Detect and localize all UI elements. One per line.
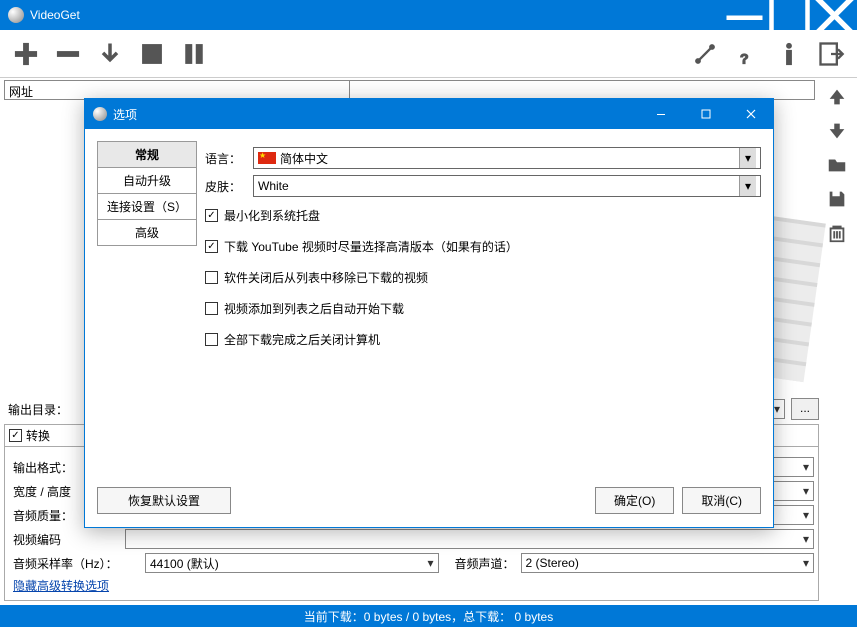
status-text: 当前下载：0 bytes / 0 bytes，总下载： 0 bytes <box>304 608 553 625</box>
tab-advanced[interactable]: 高级 <box>97 219 197 246</box>
remove-checkbox[interactable] <box>205 271 218 284</box>
flag-cn-icon <box>258 152 276 164</box>
tab-autoupdate[interactable]: 自动升级 <box>97 167 197 193</box>
settings-button[interactable] <box>689 38 721 70</box>
minimize-button[interactable] <box>722 0 767 30</box>
sample-rate-select[interactable]: 44100 (默认) <box>145 553 439 573</box>
dialog-close-button[interactable] <box>728 100 773 128</box>
stop-button[interactable] <box>136 38 168 70</box>
close-button[interactable] <box>812 0 857 30</box>
dialog-titlebar: 选项 <box>85 99 773 129</box>
dialog-minimize-button[interactable] <box>638 100 683 128</box>
dialog-title: 选项 <box>113 106 638 123</box>
open-folder-button[interactable] <box>826 154 850 178</box>
skin-label: 皮肤： <box>205 178 245 195</box>
hd-checkbox[interactable] <box>205 240 218 253</box>
sample-rate-label: 音频采样率（Hz）： <box>9 555 139 572</box>
main-titlebar: VideoGet <box>0 0 857 30</box>
side-toolbar <box>819 78 857 605</box>
save-button[interactable] <box>826 188 850 212</box>
svg-text:?: ? <box>740 50 749 66</box>
audio-channel-select[interactable]: 2 (Stereo) <box>521 553 815 573</box>
audio-channel-label: 音频声道： <box>445 555 515 572</box>
tab-general[interactable]: 常规 <box>97 141 197 167</box>
remove-label: 软件关闭后从列表中移除已下载的视频 <box>224 269 428 286</box>
delete-button[interactable] <box>826 222 850 246</box>
download-button[interactable] <box>94 38 126 70</box>
tray-label: 最小化到系统托盘 <box>224 207 320 224</box>
pause-button[interactable] <box>178 38 210 70</box>
help-button[interactable]: ? <box>731 38 763 70</box>
language-select[interactable]: 简体中文 <box>253 147 761 169</box>
autostart-label: 视频添加到列表之后自动开始下载 <box>224 300 404 317</box>
tab-connection[interactable]: 连接设置（S） <box>97 193 197 219</box>
video-codec-select[interactable] <box>125 529 814 549</box>
restore-defaults-button[interactable]: 恢复默认设置 <box>97 487 231 514</box>
move-up-button[interactable] <box>826 86 850 110</box>
add-button[interactable] <box>10 38 42 70</box>
hd-label: 下载 YouTube 视频时尽量选择高清版本（如果有的话） <box>224 238 518 255</box>
dialog-app-icon <box>93 107 107 121</box>
shutdown-label: 全部下载完成之后关闭计算机 <box>224 331 380 348</box>
maximize-button[interactable] <box>767 0 812 30</box>
info-button[interactable] <box>773 38 805 70</box>
ok-button[interactable]: 确定(O) <box>595 487 674 514</box>
hide-advanced-link[interactable]: 隐藏高级转换选项 <box>9 579 109 593</box>
video-codec-label: 视频编码 <box>9 531 119 548</box>
skin-select[interactable]: White <box>253 175 761 197</box>
dialog-tabs: 常规 自动升级 连接设置（S） 高级 <box>97 141 197 471</box>
convert-checkbox[interactable] <box>9 429 22 442</box>
app-icon <box>8 7 24 23</box>
window-title: VideoGet <box>30 8 722 22</box>
shutdown-checkbox[interactable] <box>205 333 218 346</box>
dialog-footer: 恢复默认设置 确定(O) 取消(C) <box>85 483 773 527</box>
language-label: 语言： <box>205 150 245 167</box>
browse-button[interactable]: ... <box>791 398 819 420</box>
tray-checkbox[interactable] <box>205 209 218 222</box>
status-bar: 当前下载：0 bytes / 0 bytes，总下载： 0 bytes <box>0 605 857 627</box>
tab-content-general: 语言： 简体中文 皮肤： White 最小化到系统托盘 下载 YouTube 视… <box>205 141 761 471</box>
cancel-button[interactable]: 取消(C) <box>682 487 761 514</box>
column-url[interactable]: 网址 <box>5 81 350 99</box>
convert-label: 转换 <box>26 427 50 444</box>
move-down-button[interactable] <box>826 120 850 144</box>
url-table-header: 网址 <box>4 80 815 100</box>
remove-button[interactable] <box>52 38 84 70</box>
options-dialog: 选项 常规 自动升级 连接设置（S） 高级 语言： 简体中文 皮肤： White… <box>84 98 774 528</box>
autostart-checkbox[interactable] <box>205 302 218 315</box>
dialog-maximize-button[interactable] <box>683 100 728 128</box>
exit-button[interactable] <box>815 38 847 70</box>
